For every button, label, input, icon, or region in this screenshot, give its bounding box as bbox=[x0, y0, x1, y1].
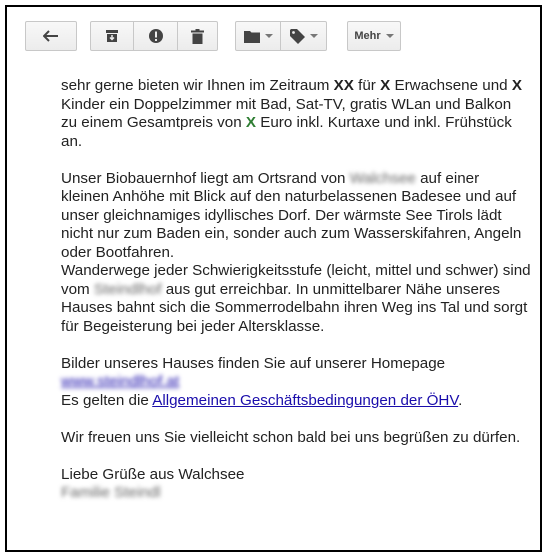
archive-button[interactable] bbox=[90, 21, 134, 51]
redacted-place: Walchsee bbox=[349, 169, 416, 187]
text: Es gelten die bbox=[61, 391, 153, 409]
report-spam-button[interactable] bbox=[134, 21, 178, 51]
redacted-hotel-name: Steindlhof bbox=[93, 280, 162, 298]
more-button[interactable]: Mehr bbox=[347, 21, 401, 51]
chevron-down-icon bbox=[309, 34, 318, 38]
text: . bbox=[458, 391, 463, 409]
text: Bilder unseres Hauses finden Sie auf uns… bbox=[61, 354, 446, 372]
terms-link[interactable]: Allgemeinen Geschäftsbedingungen der ÖHV bbox=[152, 392, 458, 409]
text: für bbox=[353, 77, 381, 94]
redacted-signature: Familie Steindl bbox=[61, 484, 161, 501]
signature-block: Liebe Grüße aus Walchsee Familie Steindl bbox=[61, 466, 531, 503]
greeting: Liebe Grüße aus Walchsee bbox=[61, 465, 245, 483]
delete-button[interactable] bbox=[178, 21, 218, 51]
closing-paragraph: Wir freuen uns Sie vielleicht schon bald… bbox=[61, 428, 521, 446]
move-to-button[interactable] bbox=[235, 21, 281, 51]
links-paragraph: Bilder unseres Hauses finden Sie auf uns… bbox=[61, 355, 531, 411]
email-body: sehr gerne bieten wir Ihnen im Zeitraum … bbox=[61, 77, 531, 521]
folder-icon bbox=[243, 30, 260, 43]
trash-icon bbox=[191, 28, 204, 44]
placeholder-price: X bbox=[245, 114, 257, 131]
labels-button[interactable] bbox=[281, 21, 327, 51]
organize-group bbox=[235, 21, 327, 51]
offer-paragraph: sehr gerne bieten wir Ihnen im Zeitraum … bbox=[61, 77, 531, 151]
text: sehr gerne bieten wir Ihnen im Zeitraum bbox=[61, 77, 334, 94]
back-button[interactable] bbox=[25, 21, 77, 51]
more-button-label: Mehr bbox=[354, 30, 381, 42]
actions-group bbox=[90, 21, 218, 51]
chevron-down-icon bbox=[264, 34, 273, 38]
text: Unser Biobauernhof liegt am Ortsrand von bbox=[61, 169, 350, 187]
location-paragraph: Unser Biobauernhof liegt am Ortsrand von… bbox=[61, 170, 531, 337]
email-window: Mehr sehr gerne bieten wir Ihnen im Zeit… bbox=[5, 5, 542, 552]
homepage-link[interactable]: www.steindlhof.at bbox=[61, 373, 179, 390]
placeholder-adults: X bbox=[380, 77, 391, 94]
archive-icon bbox=[106, 30, 118, 42]
arrow-left-icon bbox=[43, 30, 58, 42]
email-toolbar: Mehr bbox=[7, 7, 540, 63]
tag-icon bbox=[289, 28, 305, 44]
report-spam-icon bbox=[148, 29, 163, 43]
placeholder-children: X bbox=[511, 77, 522, 94]
placeholder-period: XX bbox=[333, 77, 354, 94]
chevron-down-icon bbox=[385, 34, 394, 38]
text: Erwachsene und bbox=[390, 77, 512, 94]
